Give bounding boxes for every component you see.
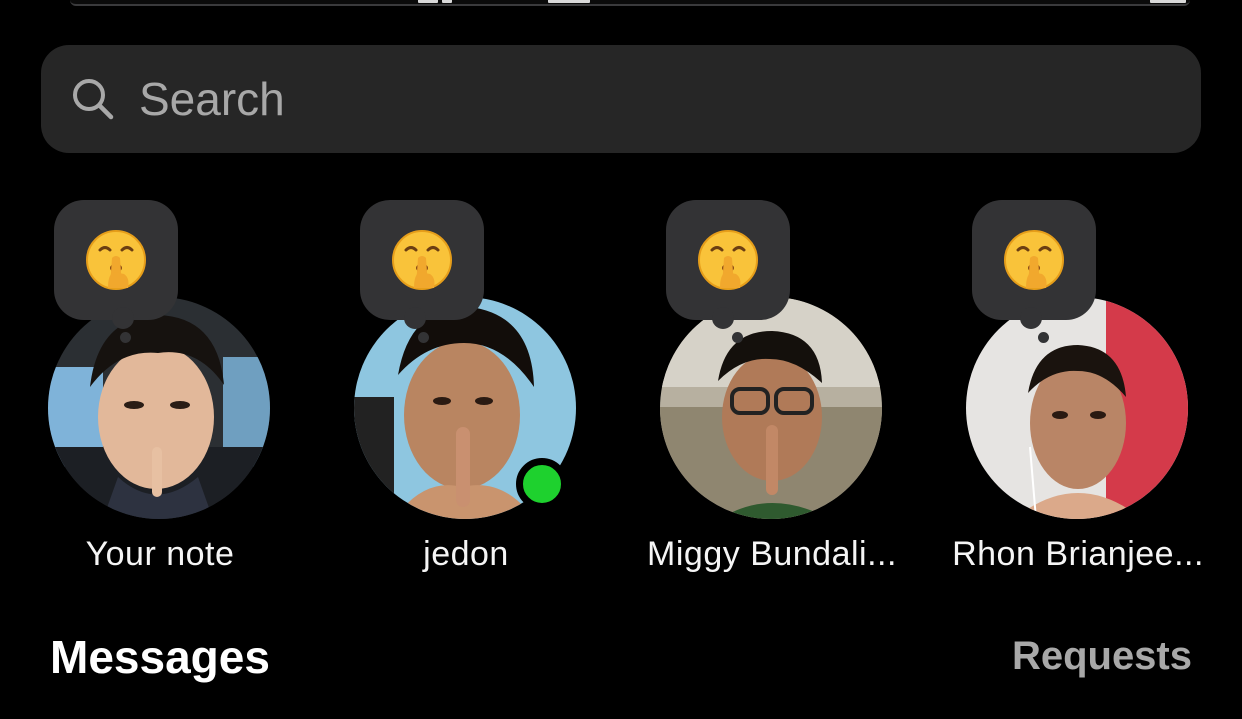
note-bubble[interactable]: [54, 200, 178, 343]
note-bubble[interactable]: [666, 200, 790, 343]
note-bubble[interactable]: [972, 200, 1096, 343]
shushing-face-icon: [1004, 230, 1064, 290]
search-bar[interactable]: [41, 45, 1201, 153]
shushing-face-icon: [86, 230, 146, 290]
note-item-miggy[interactable]: Miggy Bundali...: [622, 200, 922, 590]
tab-indicator: [442, 0, 452, 3]
shushing-face-icon: [392, 230, 452, 290]
messages-heading: Messages: [50, 631, 270, 683]
note-name: Miggy Bundali...: [647, 535, 897, 573]
tab-indicator: [548, 0, 590, 3]
tab-indicator: [418, 0, 438, 3]
requests-link[interactable]: Requests: [1012, 634, 1192, 679]
note-name: Rhon Brianjee...: [952, 535, 1204, 573]
note-item-your-note[interactable]: Your note: [10, 200, 310, 590]
online-status-dot: [516, 458, 568, 510]
note-name: jedon: [423, 535, 509, 573]
note-bubble[interactable]: [360, 200, 484, 343]
avatar[interactable]: [48, 297, 270, 519]
note-item-jedon[interactable]: jedon: [316, 200, 616, 590]
tab-indicator: [1150, 0, 1186, 3]
notes-tray: Your note jedon Miggy Bundali... Rhon Br…: [0, 200, 1242, 590]
note-item-rhon[interactable]: Rhon Brianjee...: [928, 200, 1228, 590]
search-input[interactable]: [139, 72, 1039, 126]
avatar[interactable]: [660, 297, 882, 519]
shushing-face-icon: [698, 230, 758, 290]
note-name: Your note: [85, 535, 235, 573]
top-tab-strip: [70, 0, 1190, 6]
avatar[interactable]: [966, 297, 1188, 519]
search-icon: [71, 77, 115, 121]
